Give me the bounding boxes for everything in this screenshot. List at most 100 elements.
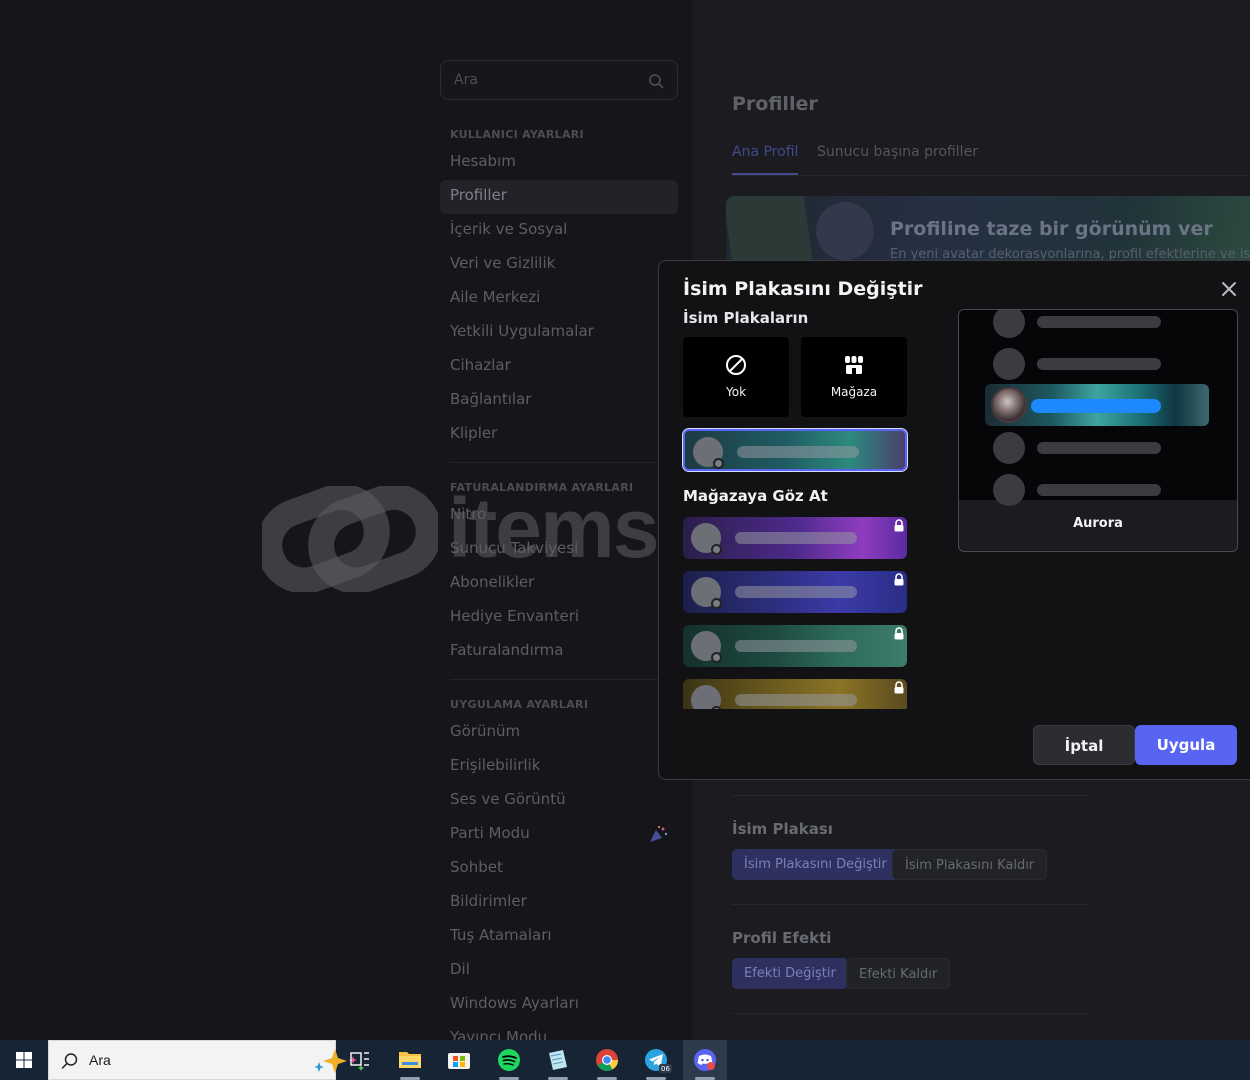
username-placeholder-bar [737, 446, 859, 458]
nav-item-data-privacy[interactable]: Veri ve Gizlilik [440, 248, 678, 282]
nav-item-subscriptions[interactable]: Abonelikler [440, 567, 678, 601]
taskbar-task-view[interactable] [338, 1040, 382, 1080]
apply-button[interactable]: Uygula [1135, 725, 1237, 765]
avatar-placeholder [993, 474, 1025, 506]
change-nameplate-modal: İsim Plakasını Değiştir İsim Plakaların … [658, 260, 1250, 780]
username-placeholder-bar [735, 586, 857, 598]
page-title: Profiller [732, 93, 818, 115]
section-title-app-settings: UYGULAMA AYARLARI [450, 698, 589, 711]
nav-item-windows-settings[interactable]: Windows Ayarları [440, 988, 678, 1022]
nav-item-connections[interactable]: Bağlantılar [440, 384, 678, 418]
discord-icon [694, 1049, 716, 1071]
nav-item-accessibility[interactable]: Erişilebilirlik [440, 750, 678, 784]
windows-taskbar: Ara 06 [0, 1040, 1250, 1080]
profile-promo-banner[interactable]: Profiline taze bir görünüm ver En yeni a… [726, 196, 1250, 268]
lock-icon [894, 627, 904, 640]
nav-item-party-mode-label: Parti Modu [450, 824, 530, 842]
section-divider [732, 1013, 1088, 1014]
nav-item-devices[interactable]: Cihazlar [440, 350, 678, 384]
cancel-button[interactable]: İptal [1033, 725, 1135, 765]
preview-nameplate-name: Aurora [1073, 516, 1123, 531]
lock-icon [894, 519, 904, 532]
shop-nameplate-item[interactable] [683, 679, 907, 709]
shop-nameplate-list [683, 517, 909, 709]
nav-item-family-center[interactable]: Aile Merkezi [440, 282, 678, 316]
status-dot [711, 706, 722, 709]
your-nameplates-label: İsim Plakaların [683, 309, 809, 327]
nav-item-keybinds[interactable]: Tuş Atamaları [440, 920, 678, 954]
store-icon [448, 1053, 470, 1069]
nav-item-content-social[interactable]: İçerik ve Sosyal [440, 214, 678, 248]
taskbar-file-explorer[interactable] [388, 1040, 432, 1080]
taskbar-chrome[interactable] [585, 1040, 629, 1080]
nav-divider [450, 679, 668, 680]
none-icon [726, 355, 746, 375]
status-dot [711, 652, 722, 663]
status-dot [711, 598, 722, 609]
nav-item-account[interactable]: Hesabım [440, 146, 678, 180]
nav-item-server-boost[interactable]: Sunucu Takviyesi [440, 533, 678, 567]
search-placeholder: Ara [454, 72, 478, 88]
username-placeholder-bar [735, 694, 857, 706]
change-nameplate-button[interactable]: İsim Plakasını Değiştir [732, 849, 899, 880]
nav-item-party-mode[interactable]: Parti Modu [440, 818, 678, 852]
status-dot [711, 544, 722, 555]
shop-nameplate-item[interactable] [683, 571, 907, 613]
nameplate-option-none[interactable]: Yok [683, 337, 789, 417]
name-placeholder [1037, 484, 1161, 496]
notepad-icon [549, 1050, 567, 1070]
nameplate-option-shop[interactable]: Mağaza [801, 337, 907, 417]
nav-item-notifications[interactable]: Bildirimler [440, 886, 678, 920]
nav-item-clips[interactable]: Klipler [440, 418, 678, 452]
section-title-user-settings: KULLANICI AYARLARI [450, 128, 584, 141]
nav-item-billing[interactable]: Faturalandırma [440, 635, 678, 669]
tab-per-server-profiles[interactable]: Sunucu başına profiller [817, 144, 978, 175]
nav-item-chat[interactable]: Sohbet [440, 852, 678, 886]
windows-start-icon[interactable] [0, 1040, 48, 1080]
taskbar-search-box[interactable]: Ara [48, 1040, 364, 1080]
remove-nameplate-button[interactable]: İsim Plakasını Kaldır [892, 849, 1048, 880]
nav-item-voice-video[interactable]: Ses ve Görüntü [440, 784, 678, 818]
taskbar-discord[interactable] [683, 1040, 727, 1080]
nav-item-gift-inventory[interactable]: Hediye Envanteri [440, 601, 678, 635]
party-mode-icon [650, 826, 668, 842]
modal-title: İsim Plakasını Değiştir [683, 278, 923, 300]
tab-main-profile[interactable]: Ana Profil [732, 144, 799, 175]
close-icon[interactable] [1219, 279, 1239, 299]
taskbar-spotify[interactable] [487, 1040, 531, 1080]
taskbar-notepad[interactable] [536, 1040, 580, 1080]
preview-member-list [959, 310, 1237, 506]
none-label: Yok [725, 385, 747, 399]
settings-search-input[interactable]: Ara [440, 60, 678, 100]
banner-mascot-image [816, 202, 874, 260]
nav-item-profiles[interactable]: Profiller [440, 180, 678, 214]
telegram-icon: 06 [645, 1049, 672, 1073]
redacted-username [1031, 399, 1161, 413]
name-placeholder [1037, 442, 1161, 454]
task-view-icon [350, 1052, 369, 1066]
nav-item-language[interactable]: Dil [440, 954, 678, 988]
search-icon [649, 74, 664, 89]
username-placeholder-bar [735, 640, 857, 652]
lock-icon [894, 573, 904, 586]
taskbar-search-text: Ara [89, 1052, 111, 1068]
taskbar-telegram[interactable]: 06 [634, 1040, 678, 1080]
nav-item-nitro[interactable]: Nitro [440, 499, 678, 533]
nav-item-streamer-mode[interactable]: Yayıncı Modu [440, 1022, 678, 1040]
avatar-placeholder [993, 310, 1025, 338]
section-divider [732, 904, 1088, 905]
shop-nameplate-item[interactable] [683, 517, 907, 559]
taskbar-microsoft-store[interactable] [437, 1040, 481, 1080]
lock-icon [894, 681, 904, 694]
remove-effect-button[interactable]: Efekti Kaldır [846, 958, 951, 989]
browse-shop-label: Mağazaya Göz At [683, 487, 828, 505]
owned-nameplate-selected[interactable] [682, 428, 908, 472]
change-effect-button[interactable]: Efekti Değiştir [732, 958, 848, 989]
shop-nameplate-item[interactable] [683, 625, 907, 667]
nav-item-appearance[interactable]: Görünüm [440, 716, 678, 750]
spotify-icon [498, 1049, 520, 1071]
nav-item-authorized-apps[interactable]: Yetkili Uygulamalar [440, 316, 678, 350]
username-placeholder-bar [735, 532, 857, 544]
shop-label: Mağaza [830, 385, 878, 399]
status-dot [713, 458, 724, 469]
